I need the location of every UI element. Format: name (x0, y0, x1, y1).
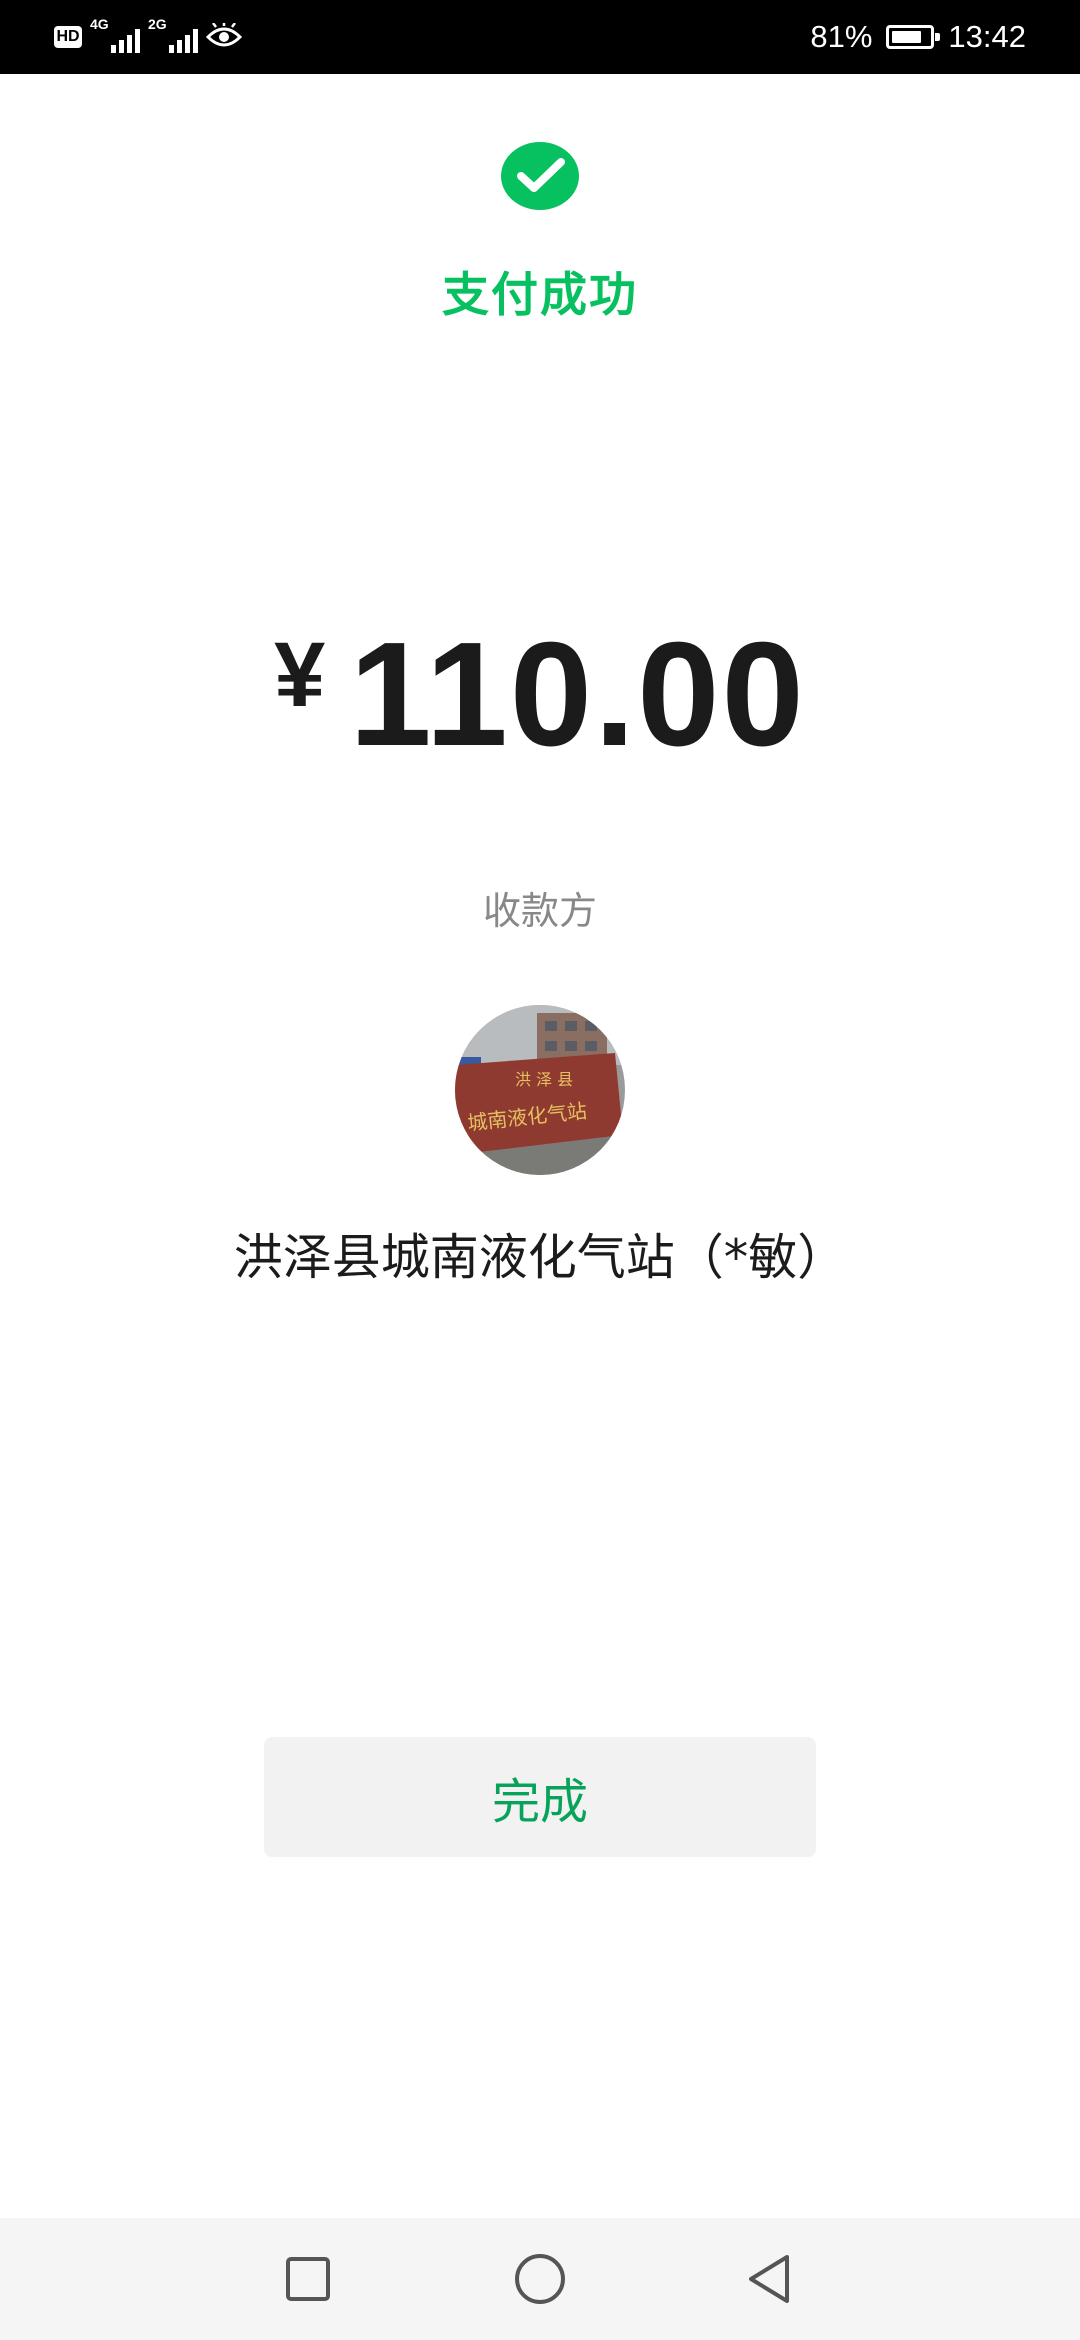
status-bar: HD 4G 2G 81% 13:42 (0, 0, 1080, 74)
hd-icon: HD (54, 26, 82, 48)
svg-text:洪 泽 县: 洪 泽 县 (515, 1070, 573, 1089)
home-button[interactable] (480, 2218, 600, 2340)
system-navigation-bar (0, 2218, 1080, 2340)
payment-amount: 110.00 (349, 612, 806, 777)
signal-bars (111, 29, 140, 53)
clock: 13:42 (948, 19, 1026, 54)
wechat-pay-check-icon (501, 142, 579, 210)
status-bar-right: 81% 13:42 (810, 16, 1026, 58)
status-bar-left: HD 4G 2G (54, 16, 242, 58)
network-4g-label: 4G (90, 16, 109, 32)
success-title: 支付成功 (442, 268, 638, 323)
payee-name: 洪泽县城南液化气站（*敏） (233, 1229, 847, 1286)
back-button[interactable] (708, 2218, 828, 2340)
battery-fill (892, 31, 922, 43)
payee-avatar: 洪 泽 县 城南液化气站 (455, 1005, 625, 1175)
payee-avatar-photo: 洪 泽 县 城南液化气站 (455, 1005, 625, 1175)
recent-apps-icon (286, 2257, 330, 2301)
payment-success-screen: HD 4G 2G 81% 13:42 支付成功 ¥ 110.00 收款方 洪 泽… (0, 0, 1080, 2340)
battery-icon (886, 25, 941, 49)
currency-symbol: ¥ (274, 624, 326, 726)
amount-row: ¥ 110.00 (0, 615, 1080, 775)
network-2g-label: 2G (148, 16, 167, 32)
recent-apps-button[interactable] (248, 2218, 368, 2340)
battery-percent: 81% (810, 19, 873, 54)
signal-4g-icon: 4G (90, 17, 140, 57)
payee-label: 收款方 (482, 889, 597, 933)
back-icon (749, 2255, 789, 2303)
eye-icon (206, 23, 242, 47)
signal-bars (169, 29, 198, 53)
home-icon (515, 2254, 565, 2304)
done-button[interactable]: 完成 (264, 1737, 816, 1857)
signal-2g-icon: 2G (148, 17, 198, 57)
battery-tip (935, 33, 941, 41)
